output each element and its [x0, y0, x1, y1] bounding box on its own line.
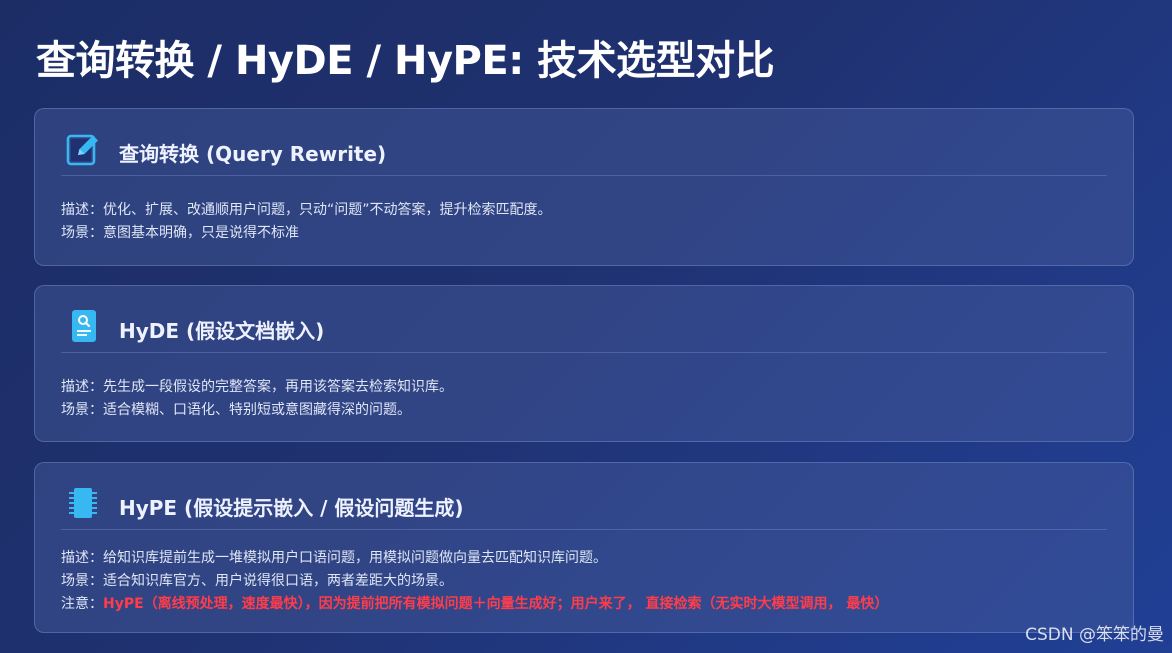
page-title: 查询转换 / HyDE / HyPE: 技术选型对比 — [36, 38, 775, 84]
card-title: 查询转换 (Query Rewrite) — [119, 142, 387, 166]
note-line: 注意：HyPE（离线预处理，速度最快），因为提前把所有模拟问题＋向量生成好；用户… — [61, 593, 1113, 616]
note-text: HyPE（离线预处理，速度最快），因为提前把所有模拟问题＋向量生成好；用户来了，… — [103, 596, 889, 612]
card-header: HyPE (假设提示嵌入 / 假设问题生成) — [61, 463, 1107, 530]
card-header: HyDE (假设文档嵌入) — [61, 286, 1107, 353]
document-search-icon — [65, 308, 101, 344]
scenario-text: 场景：适合知识库官方、用户说得很口语，两者差距大的场景。 — [61, 573, 453, 589]
watermark: CSDN @笨笨的曼 — [1025, 625, 1164, 645]
card-query-rewrite: 查询转换 (Query Rewrite) 描述：优化、扩展、改通顺用户问题，只动… — [34, 108, 1134, 266]
card-body: 描述：优化、扩展、改通顺用户问题，只动“问题”不动答案，提升检索匹配度。 场景：… — [61, 199, 1113, 245]
description-text: 描述：先生成一段假设的完整答案，再用该答案去检索知识库。 — [61, 379, 453, 395]
scenario-text: 场景：意图基本明确，只是说得不标准 — [61, 225, 299, 241]
edit-icon — [65, 131, 101, 167]
note-label: 注意： — [61, 596, 103, 612]
description-text: 描述：优化、扩展、改通顺用户问题，只动“问题”不动答案，提升检索匹配度。 — [61, 202, 552, 218]
card-header: 查询转换 (Query Rewrite) — [61, 109, 1107, 176]
card-body: 描述：给知识库提前生成一堆模拟用户口语问题，用模拟问题做向量去匹配知识库问题。 … — [61, 547, 1113, 616]
scenario-text: 场景：适合模糊、口语化、特别短或意图藏得深的问题。 — [61, 402, 411, 418]
card-hype: HyPE (假设提示嵌入 / 假设问题生成) 描述：给知识库提前生成一堆模拟用户… — [34, 462, 1134, 633]
card-title: HyDE (假设文档嵌入) — [119, 319, 325, 343]
description-text: 描述：给知识库提前生成一堆模拟用户口语问题，用模拟问题做向量去匹配知识库问题。 — [61, 550, 607, 566]
chip-icon — [65, 485, 101, 521]
card-hyde: HyDE (假设文档嵌入) 描述：先生成一段假设的完整答案，再用该答案去检索知识… — [34, 285, 1134, 442]
card-title: HyPE (假设提示嵌入 / 假设问题生成) — [119, 496, 464, 520]
card-body: 描述：先生成一段假设的完整答案，再用该答案去检索知识库。 场景：适合模糊、口语化… — [61, 376, 1113, 422]
